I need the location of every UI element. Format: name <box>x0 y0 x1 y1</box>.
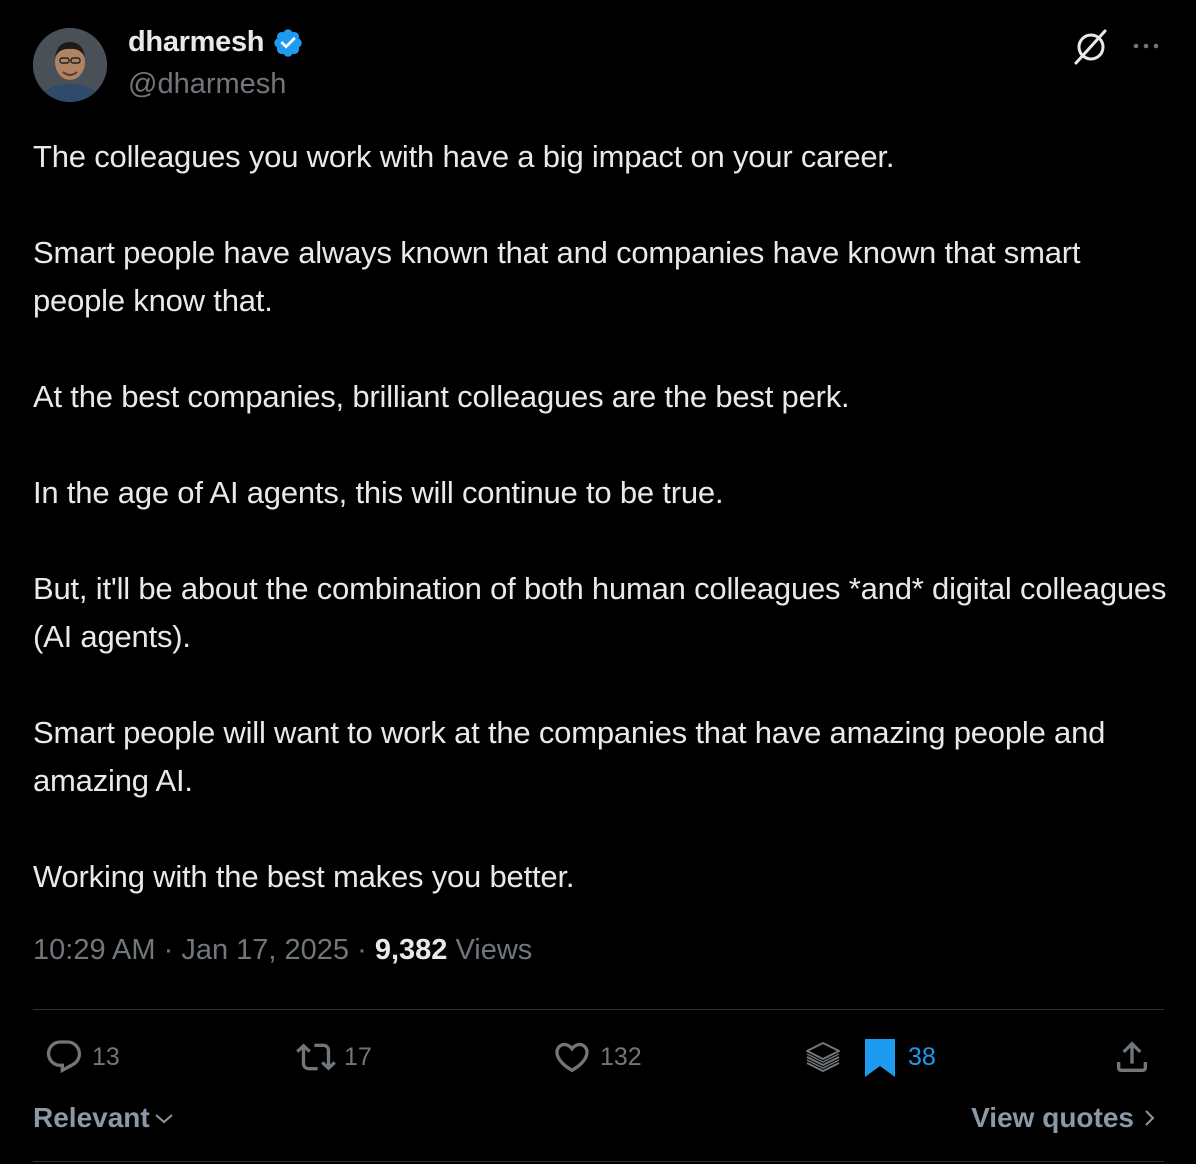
author-name-row[interactable]: dharmesh <box>128 26 304 59</box>
view-quotes-link[interactable]: View quotes <box>971 1102 1158 1134</box>
tweet-paragraph: Working with the best makes you better. <box>33 859 575 894</box>
verified-badge-icon <box>274 28 302 57</box>
bookmark-button[interactable]: 38 <box>860 1037 936 1077</box>
view-quotes-label: View quotes <box>971 1102 1134 1133</box>
more-icon[interactable] <box>1128 28 1164 64</box>
chevron-down-icon <box>155 1114 173 1124</box>
meta-separator: · <box>357 934 367 966</box>
share-icon <box>1117 1041 1147 1072</box>
divider <box>33 1009 1164 1010</box>
retweet-icon <box>296 1043 336 1071</box>
reply-button[interactable]: 13 <box>44 1037 120 1077</box>
views-count: 9,382 <box>374 934 448 966</box>
avatar[interactable] <box>33 28 107 102</box>
tweet-date[interactable]: Jan 17, 2025 <box>181 934 349 966</box>
reply-count: 13 <box>92 1042 120 1071</box>
meta-separator: · <box>163 934 174 966</box>
like-icon <box>555 1042 589 1073</box>
like-count: 132 <box>600 1042 642 1071</box>
reply-icon <box>46 1040 82 1074</box>
retweet-button[interactable]: 17 <box>296 1037 372 1077</box>
tweet-paragraph: Smart people will want to work at the co… <box>33 715 1106 798</box>
grok-stack-icon <box>806 1042 840 1072</box>
author-handle[interactable]: @dharmesh <box>128 68 286 101</box>
grok-icon[interactable] <box>1071 27 1111 67</box>
share-button[interactable] <box>1112 1037 1152 1077</box>
views-label: Views <box>455 934 533 966</box>
like-button[interactable]: 132 <box>552 1037 642 1077</box>
tweet-paragraph: In the age of AI agents, this will conti… <box>33 475 724 510</box>
divider <box>33 1161 1164 1162</box>
bookmark-icon <box>865 1039 895 1077</box>
chevron-right-icon <box>1145 1110 1155 1126</box>
tweet-paragraph: Smart people have always known that and … <box>33 235 1081 318</box>
tweet-paragraph: The colleagues you work with have a big … <box>33 139 895 174</box>
retweet-count: 17 <box>344 1042 372 1071</box>
tweet-paragraph: But, it'll be about the combination of b… <box>33 571 1167 654</box>
tweet-time[interactable]: 10:29 AM <box>33 934 156 966</box>
sort-replies-dropdown[interactable]: Relevant <box>33 1102 176 1134</box>
grok-stack-button[interactable] <box>803 1037 843 1077</box>
tweet-meta: 10:29 AM · Jan 17, 2025 · 9,382 Views <box>33 934 532 967</box>
bookmark-count: 38 <box>908 1042 936 1071</box>
sort-label: Relevant <box>33 1102 150 1133</box>
author-display-name[interactable]: dharmesh <box>128 26 265 59</box>
tweet-text: The colleagues you work with have a big … <box>33 133 1173 901</box>
tweet-paragraph: At the best companies, brilliant colleag… <box>33 379 850 414</box>
